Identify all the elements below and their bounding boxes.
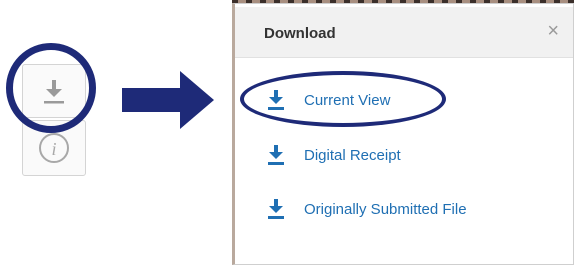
download-item-label: Originally Submitted File [304, 200, 467, 218]
download-toolbar-button[interactable] [22, 64, 86, 118]
info-icon: i [39, 133, 69, 163]
pointer-arrow [122, 71, 214, 129]
dialog-title: Download [264, 25, 336, 42]
side-toolbar: i [22, 60, 88, 176]
download-icon [268, 145, 284, 165]
download-item-label: Current View [304, 91, 391, 109]
download-current-view[interactable]: Current View [267, 87, 390, 113]
download-dialog: Download × Current View Digital Receipt … [232, 3, 574, 265]
download-originally-submitted-file[interactable]: Originally Submitted File [267, 196, 467, 222]
download-digital-receipt[interactable]: Digital Receipt [267, 142, 401, 168]
download-icon [268, 199, 284, 219]
close-icon[interactable]: × [547, 21, 559, 41]
download-icon [44, 80, 64, 104]
dialog-header: Download × [235, 7, 573, 58]
svg-text:i: i [51, 139, 56, 159]
download-item-label: Digital Receipt [304, 146, 401, 164]
download-icon [268, 90, 284, 110]
info-toolbar-button[interactable]: i [22, 120, 86, 176]
